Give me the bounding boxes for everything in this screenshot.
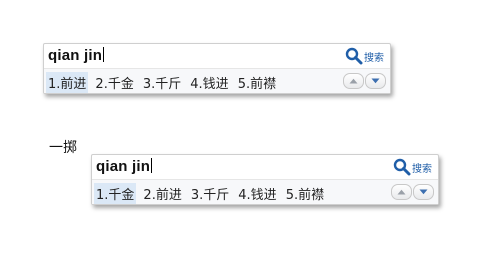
chevron-down-icon [371,78,380,84]
ime-candidate-window-1: qian jin 搜索 1.前进 2.千金 3.千斤 4.钱进 5.前襟 [43,43,391,94]
composition-string: qian jin [96,158,151,175]
candidate-item[interactable]: 1.千金 [94,183,137,204]
candidate-item[interactable]: 5.前襟 [284,183,326,204]
document-text: 一掷 [49,140,77,156]
magnifier-icon [393,158,411,176]
candidate-item[interactable]: 4.钱进 [188,72,230,93]
candidate-item[interactable]: 3.千斤 [141,72,183,93]
candidate-pager [342,73,386,89]
page-up-button[interactable] [343,73,364,89]
chevron-up-icon [349,78,358,84]
candidate-item[interactable]: 5.前襟 [236,72,278,93]
ime-candidate-window-2: qian jin 搜索 1.千金 2.前进 3.千斤 4.钱进 5.前襟 [91,154,439,205]
candidate-list: 1.千金 2.前进 3.千斤 4.钱进 5.前襟 [94,183,331,204]
ime-candidate-bar: 1.千金 2.前进 3.千斤 4.钱进 5.前襟 [92,179,438,204]
page-down-button[interactable] [365,73,386,89]
composition-string: qian jin [48,47,103,64]
candidate-item[interactable]: 4.钱进 [236,183,278,204]
chevron-down-icon [419,189,428,195]
ime-composition-bar: qian jin 搜索 [92,155,438,179]
search-button[interactable]: 搜索 [393,158,432,176]
search-label: 搜索 [364,52,384,64]
ime-candidate-bar: 1.前进 2.千金 3.千斤 4.钱进 5.前襟 [44,68,390,93]
candidate-item[interactable]: 2.千金 [93,72,135,93]
composition-text: qian jin [96,158,153,175]
candidate-item[interactable]: 1.前进 [46,72,89,93]
candidate-list: 1.前进 2.千金 3.千斤 4.钱进 5.前襟 [46,72,283,93]
candidate-item[interactable]: 3.千斤 [189,183,231,204]
text-caret [151,158,153,173]
composition-text: qian jin [48,47,105,64]
magnifier-icon [345,47,363,65]
candidate-item[interactable]: 2.前进 [141,183,183,204]
page-down-button[interactable] [413,184,434,200]
search-label: 搜索 [412,163,432,175]
page-up-button[interactable] [391,184,412,200]
candidate-pager [390,184,434,200]
text-caret [103,47,105,62]
ime-composition-bar: qian jin 搜索 [44,44,390,68]
search-button[interactable]: 搜索 [345,47,384,65]
chevron-up-icon [397,189,406,195]
